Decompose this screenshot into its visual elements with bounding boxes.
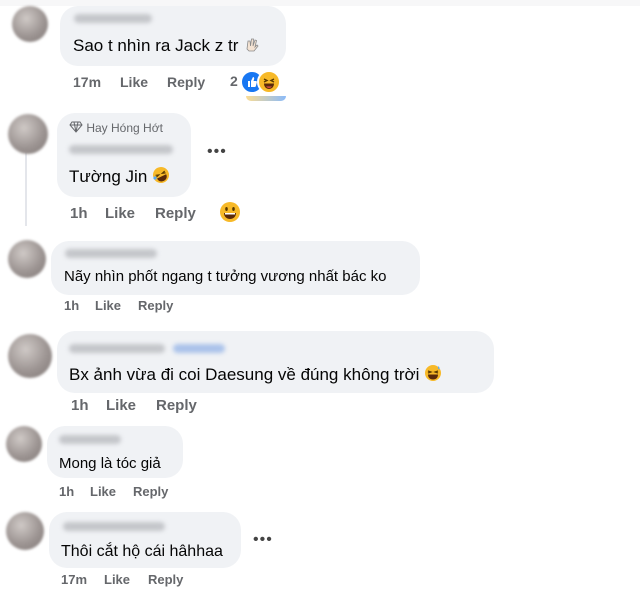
comment-text-content: Thôi cắt hộ cái hâhhaa (61, 543, 223, 560)
comment-bubble: Nãy nhìn phốt ngang t tưởng vương nhất b… (51, 241, 420, 295)
reply-button[interactable]: Reply (156, 397, 197, 414)
avatar[interactable] (12, 6, 48, 42)
comment-text-content: Nãy nhìn phốt ngang t tưởng vương nhất b… (64, 268, 387, 285)
haha-reaction-icon (257, 70, 281, 94)
more-options-button[interactable]: ••• (207, 143, 227, 161)
like-button[interactable]: Like (105, 205, 135, 222)
comment-item: Mong là tóc giả 1h Like Reply (0, 424, 640, 504)
comment-text: Mong là tóc giả (59, 455, 161, 472)
author-name[interactable] (69, 145, 173, 154)
comment-item: Sao t nhìn ra Jack z tr 17m Like Reply 2 (0, 0, 640, 102)
reply-button[interactable]: Reply (133, 484, 168, 499)
fan-badge: Hay Hóng Hớt (69, 121, 163, 136)
comment-bubble: Hay Hóng Hớt Tường Jin (57, 113, 191, 197)
avatar[interactable] (6, 512, 44, 550)
author-name[interactable] (65, 249, 157, 258)
comment-item: Bx ảnh vừa đi coi Daesung về đúng không … (0, 328, 640, 420)
like-button[interactable]: Like (95, 298, 121, 313)
comment-text: Thôi cắt hộ cái hâhhaa (61, 543, 223, 561)
comment-bubble: Thôi cắt hộ cái hâhhaa (49, 512, 241, 568)
comment-text: Bx ảnh vừa đi coi Daesung về đúng không … (69, 364, 442, 387)
diamond-icon (69, 121, 83, 136)
reply-button[interactable]: Reply (138, 298, 173, 313)
timestamp[interactable]: 1h (70, 205, 88, 222)
like-button[interactable]: Like (106, 397, 136, 414)
timestamp[interactable]: 1h (59, 484, 74, 499)
author-name[interactable] (74, 14, 152, 23)
like-button[interactable]: Like (120, 74, 148, 90)
comment-text-content: Sao t nhìn ra Jack z tr (73, 35, 239, 55)
author-name[interactable] (59, 435, 121, 444)
waving-hand-emoji (243, 35, 261, 58)
timestamp[interactable]: 1h (64, 298, 79, 313)
comment-item: Hay Hóng Hớt Tường Jin ••• 1h Like Reply (0, 108, 640, 228)
fan-badge-label: Hay Hóng Hớt (86, 121, 163, 135)
comment-text-content: Mong là tóc giả (59, 455, 161, 472)
avatar[interactable] (6, 426, 42, 462)
avatar[interactable] (8, 114, 48, 154)
comment-text-content: Tường Jin (69, 166, 148, 186)
comment-text-content: Bx ảnh vừa đi coi Daesung về đúng không … (69, 364, 420, 384)
timestamp[interactable]: 17m (61, 572, 87, 587)
rolling-laughing-emoji (152, 166, 170, 189)
reply-button[interactable]: Reply (155, 205, 196, 222)
reply-button[interactable]: Reply (167, 74, 205, 90)
reaction-summary[interactable]: 2 (230, 70, 286, 94)
laughing-sweat-emoji (424, 364, 442, 387)
like-button[interactable]: Like (104, 572, 130, 587)
comment-text: Tường Jin (69, 166, 170, 189)
tagged-name[interactable] (173, 344, 225, 353)
comment-text: Sao t nhìn ra Jack z tr (73, 35, 261, 58)
like-button[interactable]: Like (90, 484, 116, 499)
grin-emoji-button[interactable] (219, 201, 241, 223)
reaction-shadow (246, 96, 286, 101)
comment-bubble: Mong là tóc giả (47, 426, 183, 478)
comment-item: Nãy nhìn phốt ngang t tưởng vương nhất b… (0, 236, 640, 320)
comment-item: Thôi cắt hộ cái hâhhaa ••• 17m Like Repl… (0, 508, 640, 592)
author-name[interactable] (63, 522, 165, 531)
reaction-count: 2 (230, 73, 238, 89)
timestamp[interactable]: 1h (71, 397, 89, 414)
comment-text: Nãy nhìn phốt ngang t tưởng vương nhất b… (64, 268, 386, 285)
more-options-button[interactable]: ••• (253, 531, 273, 549)
avatar[interactable] (8, 334, 52, 378)
timestamp[interactable]: 17m (73, 74, 101, 90)
avatar[interactable] (8, 240, 46, 278)
reply-button[interactable]: Reply (148, 572, 183, 587)
comment-bubble: Sao t nhìn ra Jack z tr (60, 6, 286, 66)
comment-bubble: Bx ảnh vừa đi coi Daesung về đúng không … (57, 331, 494, 393)
author-name[interactable] (69, 344, 165, 353)
